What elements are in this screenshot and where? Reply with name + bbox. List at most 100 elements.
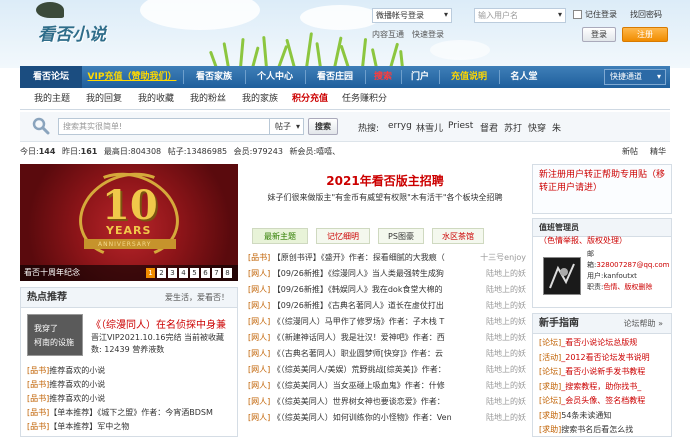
table-row[interactable]: [网人] 【09/26新推】《综漫同人》当人类最强转生成狗 陆地上的妖: [248, 266, 526, 282]
neirong-link[interactable]: 内容互通: [372, 29, 404, 40]
list-item[interactable]: [活动]_2012看否论坛发书说明: [539, 351, 665, 366]
avatar[interactable]: [543, 257, 581, 295]
slider-page[interactable]: 1: [146, 268, 155, 278]
nav-item-portal[interactable]: 门户: [402, 66, 438, 88]
list-item[interactable]: [品书]推荐喜欢的小说: [27, 392, 232, 406]
logo-text: 看否小说: [38, 25, 106, 45]
hot-search-label: 热搜:: [358, 124, 380, 134]
login-button[interactable]: 登录: [582, 27, 616, 42]
tab-tea[interactable]: 水区茶馆: [432, 228, 484, 244]
newbie-guide-panel: 新手指南 论坛帮助 » [论坛]_看否小说论坛总版规 [活动]_2012看否论坛…: [532, 313, 672, 437]
username-input[interactable]: 输入用户名 ▾: [474, 8, 566, 23]
slider-page[interactable]: 6: [201, 268, 210, 278]
list-item[interactable]: [求助]_搜索教程，助你找书_: [539, 380, 665, 395]
slider-page[interactable]: 2: [157, 268, 166, 278]
nav-item-manor[interactable]: 看否庄园: [306, 66, 364, 88]
list-item[interactable]: [品书]推荐喜欢的小说: [27, 378, 232, 392]
search-button[interactable]: 搜索: [308, 118, 338, 135]
subnav-my-threads[interactable]: 我的主题: [34, 88, 70, 110]
table-row[interactable]: [网人] 《（综英美同人/美娱）荒野挑战[综英美]》作者： 陆地上的妖: [248, 362, 526, 378]
search-input[interactable]: 搜索其实很简单!: [58, 118, 270, 135]
find-password-link[interactable]: 找回密码: [630, 9, 662, 20]
slider-caption: 看否十周年纪念: [24, 268, 80, 277]
subnav-my-favorites[interactable]: 我的收藏: [138, 88, 174, 110]
hot-term[interactable]: Priest: [448, 121, 473, 131]
hot-list: [品书]推荐喜欢的小说 [品书]推荐喜欢的小说 [品书]推荐喜欢的小说 [品书]…: [27, 364, 232, 434]
list-item[interactable]: [求助]54条未读通知: [539, 409, 665, 424]
tab-latest[interactable]: 最新主题: [252, 228, 308, 244]
stat-newest-member[interactable]: 嘻嘻、: [316, 147, 340, 156]
site-logo[interactable]: 看否小说: [28, 2, 132, 48]
remember-checkbox[interactable]: [573, 10, 582, 19]
hot-term[interactable]: 林雪儿: [416, 121, 443, 134]
hot-term[interactable]: 朱: [552, 121, 561, 134]
list-item[interactable]: [论坛]_看否小说新手发书教程: [539, 365, 665, 380]
forum-help-link[interactable]: 论坛帮助 »: [624, 314, 663, 334]
slider-page[interactable]: 5: [190, 268, 199, 278]
quick-channel-button[interactable]: 快捷通道 ▾: [604, 69, 666, 85]
nav-item-vip[interactable]: VIP充值（赞助我们）: [82, 66, 182, 88]
subnav-earn-points[interactable]: 任务赚积分: [342, 88, 387, 110]
table-row[interactable]: [网人] 【09/26新推】《古典名著同人》道长在虚仗打出 陆地上的妖: [248, 298, 526, 314]
slider-page[interactable]: 4: [179, 268, 188, 278]
recruit-intro[interactable]: 妹子们很来做版主"有金币有威望有权限"木有活干"各个板块全招聘: [250, 192, 520, 203]
slider-page[interactable]: 7: [212, 268, 221, 278]
featured-title[interactable]: 《（综漫同人）在名侦探中身兼: [91, 316, 226, 331]
nav-item-hall-of-fame[interactable]: 名人堂: [500, 66, 548, 88]
table-row[interactable]: [网人] 《（综英美同人）如何训练你的小怪物》作者：Ven 陆地上的妖: [248, 410, 526, 426]
table-row[interactable]: [网人] 【09/26新推】《韩娱同人》我在dok食堂大棉的 陆地上的妖: [248, 282, 526, 298]
table-row[interactable]: [网人] 《（新建神话同人）我是壮汉！爱神吧》作者：西 陆地上的妖: [248, 330, 526, 346]
nav-item-recharge-info[interactable]: 充值说明: [440, 66, 498, 88]
tab-memory[interactable]: 记忆细明: [316, 228, 370, 244]
nav-item-family[interactable]: 看否家族: [184, 66, 244, 88]
hot-term[interactable]: 快穿: [528, 121, 546, 134]
login-area: 微播帐号登录 ▾ 输入用户名 ▾ 记住登录 找回密码 内容互通 快速登录 登录 …: [360, 0, 690, 48]
banner-years: YEARS: [106, 224, 152, 237]
hot-recommend-panel: 热点推荐 爱生活，爱看否！ 我穿了 柯南的设施 《（综漫同人）在名侦探中身兼 晋…: [20, 287, 238, 437]
list-item[interactable]: [论坛]_看否小说论坛总版规: [539, 336, 665, 351]
tab-ps[interactable]: PS图豪: [378, 228, 424, 244]
search-type-select[interactable]: 帖子 ▾: [270, 118, 304, 135]
duty-admin-note: （色情举报、版权处理）: [539, 236, 627, 245]
best-posts-link[interactable]: 精华: [650, 144, 666, 160]
table-row[interactable]: [品书] 【原创书评】《盛开》作者：探看细腻的大我痕（ 十三号enjoy: [248, 250, 526, 266]
list-item[interactable]: [论坛]_会员头像、签名档教程: [539, 394, 665, 409]
guide-list: [论坛]_看否小说论坛总版规 [活动]_2012看否论坛发书说明 [论坛]_看否…: [533, 334, 671, 440]
chevron-down-icon: ▾: [295, 122, 300, 131]
table-row[interactable]: [网人] 《（古典名著同人）职业圆梦师[快穿]》作者：云 陆地上的妖: [248, 346, 526, 362]
hot-slogan: 爱生活，爱看否！: [165, 293, 229, 302]
subnav-my-fans[interactable]: 我的粉丝: [190, 88, 226, 110]
list-item[interactable]: [品书]推荐喜欢的小说: [27, 364, 232, 378]
duty-admin-email[interactable]: 328007287@qq.com: [596, 261, 669, 269]
hot-term[interactable]: erryg: [388, 121, 412, 131]
slider-page[interactable]: 8: [223, 268, 232, 278]
subnav-my-family[interactable]: 我的家族: [242, 88, 278, 110]
table-row[interactable]: [网人] 《（综英美同人）当女巫碰上吸血鬼》作者：什修 陆地上的妖: [248, 378, 526, 394]
subnav-my-replies[interactable]: 我的回复: [86, 88, 122, 110]
duty-admin-duty: 色情、版权删除: [603, 283, 653, 291]
nav-item-profile[interactable]: 个人中心: [246, 66, 304, 88]
nav-item-search[interactable]: 搜索: [366, 66, 400, 88]
quick-login-link[interactable]: 快速登录: [412, 29, 444, 40]
new-posts-link[interactable]: 新帖: [622, 144, 638, 160]
newbie-help-notice[interactable]: 新注册用户转正帮助专用贴（移转正用户请进）: [532, 164, 672, 214]
featured-thumbnail[interactable]: 我穿了 柯南的设施: [27, 314, 83, 356]
banner-slider[interactable]: 10 YEARS ANNIVERSARY 看否十周年纪念 1 2 3 4 5 6…: [20, 164, 238, 281]
subnav-points-recharge[interactable]: 积分充值: [292, 88, 328, 110]
recruit-title[interactable]: 2021年看否版主招聘: [244, 172, 526, 189]
login-method-select[interactable]: 微播帐号登录 ▾: [372, 8, 452, 23]
site-header: 看否小说 微播帐号登录 ▾ 输入用户名 ▾ 记住登录 找回密码 内容互通 快速登…: [0, 0, 690, 68]
list-item[interactable]: [求助]搜索书名后看怎么找: [539, 423, 665, 438]
register-button[interactable]: 注册: [622, 27, 668, 42]
hot-term[interactable]: 苏打: [504, 121, 522, 134]
list-item[interactable]: [品书]【单本推荐】军中之物: [27, 420, 232, 434]
list-item[interactable]: [品书]【单本推荐】《城下之盟》作者：今宵酒BDSM: [27, 406, 232, 420]
hot-term[interactable]: 督君: [480, 121, 498, 134]
nav-item-forum[interactable]: 看否论坛: [20, 66, 82, 88]
table-row[interactable]: [网人] 《（综漫同人）马甲作了修罗场》作者：子木栈 T 陆地上的妖: [248, 314, 526, 330]
duty-admin-user[interactable]: kanfoutxt: [603, 272, 636, 280]
slider-page[interactable]: 3: [168, 268, 177, 278]
stat-yesterday: 161: [80, 147, 98, 156]
sub-nav: 我的主题 我的回复 我的收藏 我的粉丝 我的家族 积分充值 任务赚积分: [20, 88, 670, 110]
table-row[interactable]: [网人] 《（综英美同人）世界树女神也要谈恋爱》作者： 陆地上的妖: [248, 394, 526, 410]
